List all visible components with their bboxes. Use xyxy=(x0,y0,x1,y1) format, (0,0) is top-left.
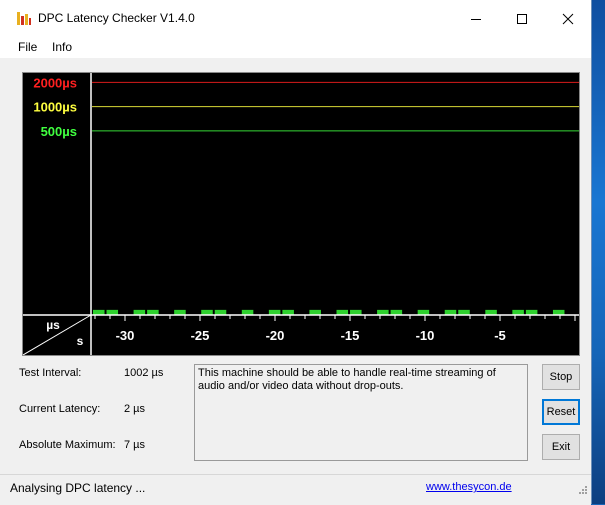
exit-button[interactable]: Exit xyxy=(542,434,580,460)
x-tick-label: -25 xyxy=(191,328,210,343)
y-unit-label: µs xyxy=(46,318,60,332)
test-interval-label: Test Interval: xyxy=(19,367,82,379)
current-latency-value: 2 µs xyxy=(124,403,146,415)
latency-bar xyxy=(485,309,497,315)
test-interval-value: 1002 µs xyxy=(124,367,164,379)
latency-bar xyxy=(93,309,105,315)
desktop-background xyxy=(592,0,605,504)
latency-chart-svg: 16000µs8000µs4000µs2000µs1000µs500µsµss-… xyxy=(22,3,579,356)
menu-file[interactable]: File xyxy=(18,40,37,54)
maximize-icon xyxy=(517,14,527,24)
latency-chart: 16000µs8000µs4000µs2000µs1000µs500µsµss-… xyxy=(22,3,580,356)
latency-bar xyxy=(241,309,254,315)
title-bar[interactable]: DPC Latency Checker V1.4.0 xyxy=(0,0,591,38)
x-tick-label: -10 xyxy=(416,328,435,343)
latency-bar xyxy=(390,309,403,315)
maximize-button[interactable] xyxy=(499,0,545,38)
x-tick-label: -15 xyxy=(341,328,360,343)
window-title: DPC Latency Checker V1.4.0 xyxy=(38,11,195,25)
latency-bar xyxy=(444,309,457,315)
status-bar: Analysing DPC latency ... www.thesycon.d… xyxy=(0,474,591,505)
current-latency-label: Current Latency: xyxy=(19,403,101,415)
app-window: DPC Latency Checker V1.4.0 File Info 160… xyxy=(0,0,592,505)
y-tick-label: 1000µs xyxy=(33,100,77,115)
website-link[interactable]: www.thesycon.de xyxy=(426,481,512,493)
latency-bar xyxy=(214,309,227,315)
x-tick-label: -30 xyxy=(116,328,135,343)
latency-bar xyxy=(106,309,119,315)
resize-grip-icon[interactable] xyxy=(576,485,588,497)
latency-bar xyxy=(282,309,294,315)
stop-button[interactable]: Stop xyxy=(542,364,580,390)
latency-bar xyxy=(525,309,538,315)
minimize-icon xyxy=(471,19,481,20)
y-tick-label: 2000µs xyxy=(33,75,77,90)
status-text: Analysing DPC latency ... xyxy=(10,481,146,495)
latency-bar xyxy=(201,309,213,315)
latency-bar xyxy=(417,309,430,315)
close-icon xyxy=(562,13,574,25)
latency-bar xyxy=(174,309,186,315)
latency-bar xyxy=(458,309,470,315)
latency-bar xyxy=(336,309,349,315)
latency-bar xyxy=(268,309,281,315)
x-unit-label: s xyxy=(77,334,84,348)
absolute-maximum-value: 7 µs xyxy=(124,439,146,451)
x-tick-label: -5 xyxy=(494,328,506,343)
result-message: This machine should be able to handle re… xyxy=(194,364,528,461)
minimize-button[interactable] xyxy=(453,0,499,38)
latency-bar xyxy=(377,309,389,315)
y-tick-label: 500µs xyxy=(41,124,77,139)
latency-bar xyxy=(309,309,321,315)
reset-button[interactable]: Reset xyxy=(542,399,580,425)
latency-bar xyxy=(350,309,362,315)
close-button[interactable] xyxy=(545,0,591,38)
latency-bar xyxy=(512,309,524,315)
x-tick-label: -20 xyxy=(266,328,285,343)
menu-info[interactable]: Info xyxy=(52,40,72,54)
menu-bar: File Info xyxy=(0,38,591,58)
bar-chart-app-icon xyxy=(17,12,31,25)
latency-bar xyxy=(133,309,146,315)
absolute-maximum-label: Absolute Maximum: xyxy=(19,439,116,451)
latency-bar xyxy=(147,309,159,315)
latency-bar xyxy=(552,309,565,315)
